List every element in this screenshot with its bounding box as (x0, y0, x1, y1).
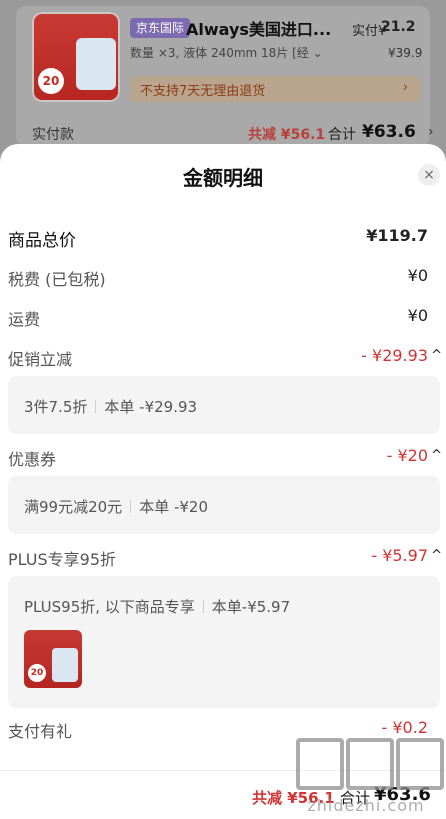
promo-detail-text: 3件7.5折 本单 -¥29.93 (24, 396, 197, 417)
row-goods-total: 商品总价 ¥119.7 (0, 220, 446, 251)
row-label: 税费 (已包税) (8, 270, 106, 289)
coupon-rule: 满99元减20元 (24, 498, 123, 516)
promo-amount: 本单 -¥29.93 (104, 398, 198, 416)
product-spec[interactable]: 数量 ×3, 液体 240mm 18片 [经 ⌄ (130, 44, 323, 61)
actual-payment-label: 实付款 (32, 127, 74, 143)
watermark-logo-icon (296, 738, 344, 790)
plus-amount: 本单-¥5.97 (211, 598, 291, 616)
chevron-right-icon[interactable]: › (428, 124, 434, 140)
divider (202, 600, 204, 613)
divider (130, 500, 132, 513)
row-value: - ¥29.93 (361, 346, 428, 365)
promo-badge: 20 (38, 68, 64, 94)
row-value: - ¥0.2 (381, 718, 428, 737)
coupon-detail-text: 满99元减20元 本单 -¥20 (24, 496, 208, 517)
row-plus[interactable]: PLUS专享95折 - ¥5.97 ^ (0, 540, 446, 570)
row-value: ¥0 (407, 306, 428, 325)
row-shipping: 运费 ¥0 (0, 300, 446, 330)
row-label: 支付有礼 (8, 722, 73, 741)
sheet-title: 金额明细 (183, 166, 263, 190)
watermark-logo-icon (346, 738, 394, 790)
row-label: 促销立减 (8, 350, 73, 369)
amount-detail-sheet: 金额明细 × 商品总价 ¥119.7 税费 (已包税) ¥0 运费 ¥0 促销立… (0, 144, 446, 818)
return-policy-notice[interactable]: 不支持7天无理由退货 › (130, 76, 420, 102)
product-thumbnail[interactable]: 20 (32, 12, 120, 102)
chevron-up-icon[interactable]: ^ (431, 548, 442, 563)
close-icon: × (423, 167, 435, 183)
product-thumbnail[interactable]: 20 (24, 630, 82, 688)
coupon-detail-panel: 满99元减20元 本单 -¥20 (8, 476, 440, 534)
promo-detail-panel: 3件7.5折 本单 -¥29.93 (8, 376, 440, 434)
row-coupon[interactable]: 优惠券 - ¥20 ^ (0, 440, 446, 470)
row-label: PLUS专享95折 (8, 550, 116, 569)
return-policy-text: 不支持7天无理由退货 (140, 84, 266, 99)
chevron-up-icon[interactable]: ^ (431, 448, 442, 463)
store-tag: 京东国际 (130, 18, 191, 38)
product-title[interactable]: Always美国进口... (186, 16, 331, 40)
row-label: 运费 (8, 310, 41, 329)
row-value: - ¥20 (386, 446, 428, 465)
original-price: ¥39.9 (388, 46, 423, 60)
plus-detail-text: PLUS95折, 以下商品专享 本单-¥5.97 (24, 596, 290, 617)
coupon-amount: 本单 -¥20 (139, 498, 208, 516)
chevron-right-icon: › (402, 80, 408, 95)
row-tax: 税费 (已包税) ¥0 (0, 260, 446, 290)
order-card-background: 20 京东国际 Always美国进口... 实付¥ 21.2 数量 ×3, 液体… (0, 0, 446, 160)
watermark-text: zhidezhi.com (307, 796, 425, 815)
plus-rule: PLUS95折, 以下商品专享 (24, 598, 195, 616)
promo-rule: 3件7.5折 (24, 398, 88, 416)
row-value: ¥119.7 (366, 226, 428, 245)
close-button[interactable]: × (418, 164, 440, 186)
actual-pay-amount: 21.2 (381, 19, 416, 35)
row-label: 商品总价 (8, 231, 76, 251)
total-amount: ¥63.6 (362, 122, 416, 142)
row-value: ¥0 (407, 266, 428, 285)
watermark: zhidezhi.com (292, 738, 444, 818)
total-label: 合计 (328, 127, 356, 143)
plus-detail-panel: PLUS95折, 以下商品专享 本单-¥5.97 20 (8, 576, 440, 708)
row-value: - ¥5.97 (371, 546, 428, 565)
product-package-image (76, 38, 116, 90)
watermark-logo-icon (396, 738, 444, 790)
product-package-image (52, 648, 78, 682)
total-discount: 共减 ¥56.1 (248, 127, 326, 143)
chevron-up-icon[interactable]: ^ (431, 348, 442, 363)
row-promo[interactable]: 促销立减 - ¥29.93 ^ (0, 340, 446, 370)
row-label: 优惠券 (8, 450, 57, 469)
divider (95, 400, 97, 413)
promo-badge: 20 (28, 664, 46, 682)
